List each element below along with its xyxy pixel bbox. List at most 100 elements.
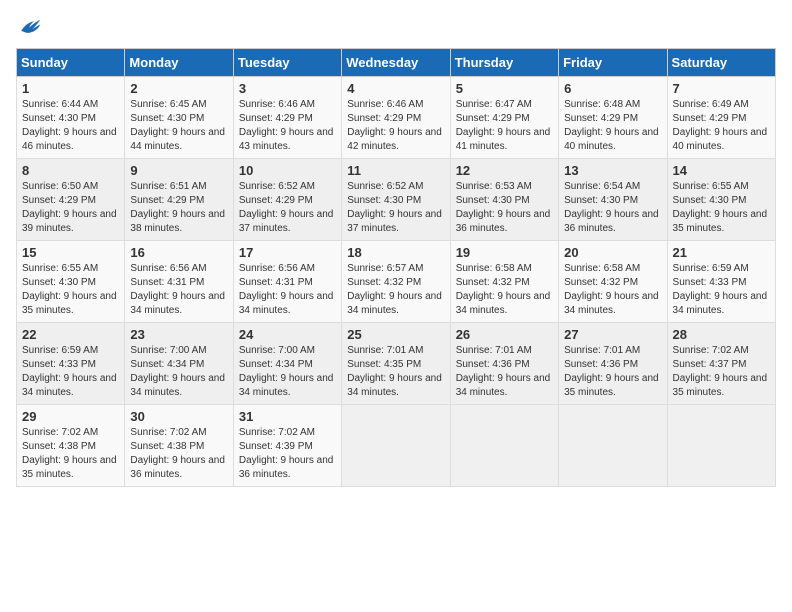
header: [16, 16, 776, 36]
day-number: 22: [22, 327, 119, 342]
day-number: 6: [564, 81, 661, 96]
calendar-day-cell: 31 Sunrise: 7:02 AM Sunset: 4:39 PM Dayl…: [233, 405, 341, 487]
calendar-day-cell: 23 Sunrise: 7:00 AM Sunset: 4:34 PM Dayl…: [125, 323, 233, 405]
calendar-day-cell: [450, 405, 558, 487]
day-info: Sunrise: 7:02 AM Sunset: 4:37 PM Dayligh…: [673, 344, 770, 400]
day-number: 4: [347, 81, 444, 96]
day-number: 15: [22, 245, 119, 260]
day-number: 24: [239, 327, 336, 342]
calendar-day-cell: 9 Sunrise: 6:51 AM Sunset: 4:29 PM Dayli…: [125, 159, 233, 241]
calendar-day-cell: 14 Sunrise: 6:55 AM Sunset: 4:30 PM Dayl…: [667, 159, 775, 241]
day-info: Sunrise: 6:58 AM Sunset: 4:32 PM Dayligh…: [564, 262, 661, 318]
day-info: Sunrise: 7:01 AM Sunset: 4:36 PM Dayligh…: [564, 344, 661, 400]
calendar-week-row: 29 Sunrise: 7:02 AM Sunset: 4:38 PM Dayl…: [17, 405, 776, 487]
calendar-day-cell: 27 Sunrise: 7:01 AM Sunset: 4:36 PM Dayl…: [559, 323, 667, 405]
day-number: 27: [564, 327, 661, 342]
calendar-day-cell: 29 Sunrise: 7:02 AM Sunset: 4:38 PM Dayl…: [17, 405, 125, 487]
day-info: Sunrise: 6:57 AM Sunset: 4:32 PM Dayligh…: [347, 262, 444, 318]
day-info: Sunrise: 6:48 AM Sunset: 4:29 PM Dayligh…: [564, 98, 661, 154]
day-info: Sunrise: 6:58 AM Sunset: 4:32 PM Dayligh…: [456, 262, 553, 318]
calendar-day-cell: 24 Sunrise: 7:00 AM Sunset: 4:34 PM Dayl…: [233, 323, 341, 405]
day-info: Sunrise: 7:00 AM Sunset: 4:34 PM Dayligh…: [130, 344, 227, 400]
day-info: Sunrise: 6:56 AM Sunset: 4:31 PM Dayligh…: [130, 262, 227, 318]
calendar-day-cell: 26 Sunrise: 7:01 AM Sunset: 4:36 PM Dayl…: [450, 323, 558, 405]
calendar-week-row: 8 Sunrise: 6:50 AM Sunset: 4:29 PM Dayli…: [17, 159, 776, 241]
day-number: 26: [456, 327, 553, 342]
day-number: 23: [130, 327, 227, 342]
calendar-day-cell: 25 Sunrise: 7:01 AM Sunset: 4:35 PM Dayl…: [342, 323, 450, 405]
calendar-week-row: 1 Sunrise: 6:44 AM Sunset: 4:30 PM Dayli…: [17, 77, 776, 159]
calendar-day-cell: 6 Sunrise: 6:48 AM Sunset: 4:29 PM Dayli…: [559, 77, 667, 159]
day-number: 3: [239, 81, 336, 96]
calendar-day-cell: [559, 405, 667, 487]
calendar-day-cell: 3 Sunrise: 6:46 AM Sunset: 4:29 PM Dayli…: [233, 77, 341, 159]
calendar-day-cell: 21 Sunrise: 6:59 AM Sunset: 4:33 PM Dayl…: [667, 241, 775, 323]
day-number: 11: [347, 163, 444, 178]
day-info: Sunrise: 6:47 AM Sunset: 4:29 PM Dayligh…: [456, 98, 553, 154]
day-info: Sunrise: 6:59 AM Sunset: 4:33 PM Dayligh…: [22, 344, 119, 400]
calendar-day-cell: 8 Sunrise: 6:50 AM Sunset: 4:29 PM Dayli…: [17, 159, 125, 241]
calendar-day-cell: 16 Sunrise: 6:56 AM Sunset: 4:31 PM Dayl…: [125, 241, 233, 323]
day-info: Sunrise: 6:53 AM Sunset: 4:30 PM Dayligh…: [456, 180, 553, 236]
day-number: 13: [564, 163, 661, 178]
calendar-day-cell: 20 Sunrise: 6:58 AM Sunset: 4:32 PM Dayl…: [559, 241, 667, 323]
day-info: Sunrise: 6:52 AM Sunset: 4:29 PM Dayligh…: [239, 180, 336, 236]
day-number: 1: [22, 81, 119, 96]
day-number: 31: [239, 409, 336, 424]
day-info: Sunrise: 6:46 AM Sunset: 4:29 PM Dayligh…: [347, 98, 444, 154]
day-info: Sunrise: 7:02 AM Sunset: 4:38 PM Dayligh…: [130, 426, 227, 482]
calendar-day-cell: 18 Sunrise: 6:57 AM Sunset: 4:32 PM Dayl…: [342, 241, 450, 323]
weekday-header-cell: Thursday: [450, 49, 558, 77]
day-number: 14: [673, 163, 770, 178]
day-number: 7: [673, 81, 770, 96]
calendar-week-row: 15 Sunrise: 6:55 AM Sunset: 4:30 PM Dayl…: [17, 241, 776, 323]
day-info: Sunrise: 7:02 AM Sunset: 4:39 PM Dayligh…: [239, 426, 336, 482]
day-number: 25: [347, 327, 444, 342]
day-number: 10: [239, 163, 336, 178]
calendar-header-row: SundayMondayTuesdayWednesdayThursdayFrid…: [17, 49, 776, 77]
day-number: 5: [456, 81, 553, 96]
day-number: 30: [130, 409, 227, 424]
weekday-header-cell: Saturday: [667, 49, 775, 77]
calendar-day-cell: 1 Sunrise: 6:44 AM Sunset: 4:30 PM Dayli…: [17, 77, 125, 159]
day-number: 17: [239, 245, 336, 260]
day-info: Sunrise: 7:02 AM Sunset: 4:38 PM Dayligh…: [22, 426, 119, 482]
day-info: Sunrise: 6:50 AM Sunset: 4:29 PM Dayligh…: [22, 180, 119, 236]
day-info: Sunrise: 6:59 AM Sunset: 4:33 PM Dayligh…: [673, 262, 770, 318]
weekday-header-cell: Tuesday: [233, 49, 341, 77]
calendar-day-cell: 10 Sunrise: 6:52 AM Sunset: 4:29 PM Dayl…: [233, 159, 341, 241]
calendar-table: SundayMondayTuesdayWednesdayThursdayFrid…: [16, 48, 776, 487]
calendar-week-row: 22 Sunrise: 6:59 AM Sunset: 4:33 PM Dayl…: [17, 323, 776, 405]
day-number: 2: [130, 81, 227, 96]
weekday-header-cell: Friday: [559, 49, 667, 77]
day-info: Sunrise: 6:54 AM Sunset: 4:30 PM Dayligh…: [564, 180, 661, 236]
calendar-day-cell: 19 Sunrise: 6:58 AM Sunset: 4:32 PM Dayl…: [450, 241, 558, 323]
calendar-day-cell: 22 Sunrise: 6:59 AM Sunset: 4:33 PM Dayl…: [17, 323, 125, 405]
day-number: 28: [673, 327, 770, 342]
weekday-header-cell: Sunday: [17, 49, 125, 77]
calendar-day-cell: 30 Sunrise: 7:02 AM Sunset: 4:38 PM Dayl…: [125, 405, 233, 487]
calendar-day-cell: 17 Sunrise: 6:56 AM Sunset: 4:31 PM Dayl…: [233, 241, 341, 323]
calendar-day-cell: 28 Sunrise: 7:02 AM Sunset: 4:37 PM Dayl…: [667, 323, 775, 405]
calendar-day-cell: 13 Sunrise: 6:54 AM Sunset: 4:30 PM Dayl…: [559, 159, 667, 241]
day-number: 9: [130, 163, 227, 178]
calendar-day-cell: [342, 405, 450, 487]
weekday-header-cell: Wednesday: [342, 49, 450, 77]
calendar-day-cell: 2 Sunrise: 6:45 AM Sunset: 4:30 PM Dayli…: [125, 77, 233, 159]
day-info: Sunrise: 6:55 AM Sunset: 4:30 PM Dayligh…: [22, 262, 119, 318]
calendar-day-cell: 11 Sunrise: 6:52 AM Sunset: 4:30 PM Dayl…: [342, 159, 450, 241]
day-info: Sunrise: 6:49 AM Sunset: 4:29 PM Dayligh…: [673, 98, 770, 154]
day-number: 20: [564, 245, 661, 260]
calendar-day-cell: 5 Sunrise: 6:47 AM Sunset: 4:29 PM Dayli…: [450, 77, 558, 159]
calendar-day-cell: 15 Sunrise: 6:55 AM Sunset: 4:30 PM Dayl…: [17, 241, 125, 323]
day-info: Sunrise: 6:52 AM Sunset: 4:30 PM Dayligh…: [347, 180, 444, 236]
day-info: Sunrise: 7:01 AM Sunset: 4:35 PM Dayligh…: [347, 344, 444, 400]
day-number: 16: [130, 245, 227, 260]
day-info: Sunrise: 6:51 AM Sunset: 4:29 PM Dayligh…: [130, 180, 227, 236]
logo: [16, 16, 42, 36]
day-number: 21: [673, 245, 770, 260]
calendar-body: 1 Sunrise: 6:44 AM Sunset: 4:30 PM Dayli…: [17, 77, 776, 487]
day-info: Sunrise: 6:46 AM Sunset: 4:29 PM Dayligh…: [239, 98, 336, 154]
day-info: Sunrise: 7:01 AM Sunset: 4:36 PM Dayligh…: [456, 344, 553, 400]
weekday-header-cell: Monday: [125, 49, 233, 77]
